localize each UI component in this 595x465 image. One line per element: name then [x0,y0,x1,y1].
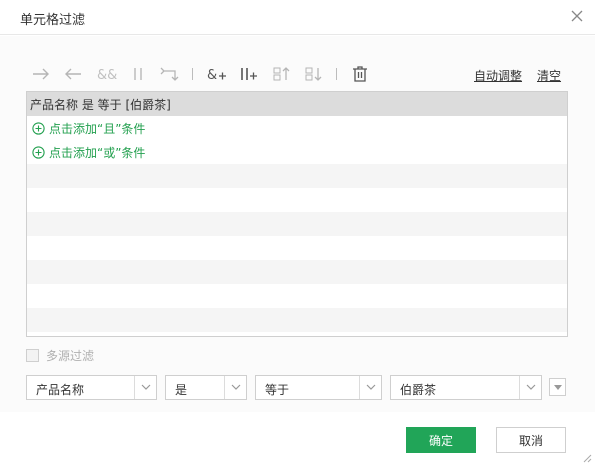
value-select-value: 伯爵茶 [400,383,437,397]
list-stripe [27,212,567,236]
arrow-right-icon[interactable] [30,64,52,84]
chevron-down-icon[interactable] [359,376,381,399]
dialog-titlebar: 单元格过滤 [0,0,595,35]
add-and-icon[interactable]: & [206,64,230,84]
filter-toolbar: && & 自动调整 清空 [26,62,568,86]
multi-source-filter[interactable]: 多源过滤 [26,347,94,363]
filter-condition-row[interactable]: 产品名称 是 等于 [伯爵茶] [27,92,567,116]
toolbar-divider [192,68,193,80]
plus-circle-icon [32,121,45,135]
field-select[interactable]: 产品名称 [26,375,157,400]
cancel-button[interactable]: 取消 [496,427,566,453]
ok-button[interactable]: 确定 [406,427,476,453]
svg-text:&: & [207,68,217,83]
plus-circle-icon [32,145,45,159]
multi-source-checkbox[interactable] [26,348,39,362]
relation-select-value: 等于 [265,383,290,397]
svg-text:&&: && [97,68,117,83]
move-down-icon[interactable] [303,64,325,84]
arrow-left-icon[interactable] [62,64,84,84]
filter-condition-text: 产品名称 是 等于 [伯爵茶] [30,98,171,112]
field-select-value: 产品名称 [36,383,85,397]
trash-icon[interactable] [349,64,371,84]
value-select[interactable]: 伯爵茶 [390,375,542,400]
toolbar-divider [336,68,337,80]
chevron-down-icon[interactable] [134,376,156,399]
dialog-title: 单元格过滤 [20,13,86,28]
move-up-icon[interactable] [271,64,293,84]
list-stripe [27,260,567,284]
add-and-condition-link[interactable]: 点击添加“且”条件 [32,118,145,138]
add-or-condition-link[interactable]: 点击添加“或”条件 [32,142,145,162]
and-icon[interactable]: && [95,64,119,84]
triangle-down-icon [554,385,562,390]
close-icon[interactable] [569,8,585,24]
resize-grip-icon[interactable] [582,452,592,463]
list-stripe [27,164,567,188]
chevron-down-icon[interactable] [224,376,246,399]
more-options-dropdown[interactable] [549,378,566,396]
swap-icon[interactable] [159,64,181,84]
clear-link[interactable]: 清空 [537,67,561,84]
chevron-down-icon[interactable] [519,376,541,399]
or-icon[interactable] [127,64,149,84]
operator-select[interactable]: 是 [165,375,247,400]
add-or-condition-label: 点击添加“或”条件 [49,145,146,160]
relation-select[interactable]: 等于 [255,375,382,400]
add-and-condition-label: 点击添加“且”条件 [49,121,146,136]
add-or-icon[interactable] [238,64,262,84]
operator-select-value: 是 [175,383,188,397]
filter-condition-list: 产品名称 是 等于 [伯爵茶] 点击添加“且”条件 点击添加“或”条件 [26,91,568,337]
auto-adjust-link[interactable]: 自动调整 [474,67,522,84]
list-stripe [27,308,567,332]
multi-source-label: 多源过滤 [46,348,95,363]
